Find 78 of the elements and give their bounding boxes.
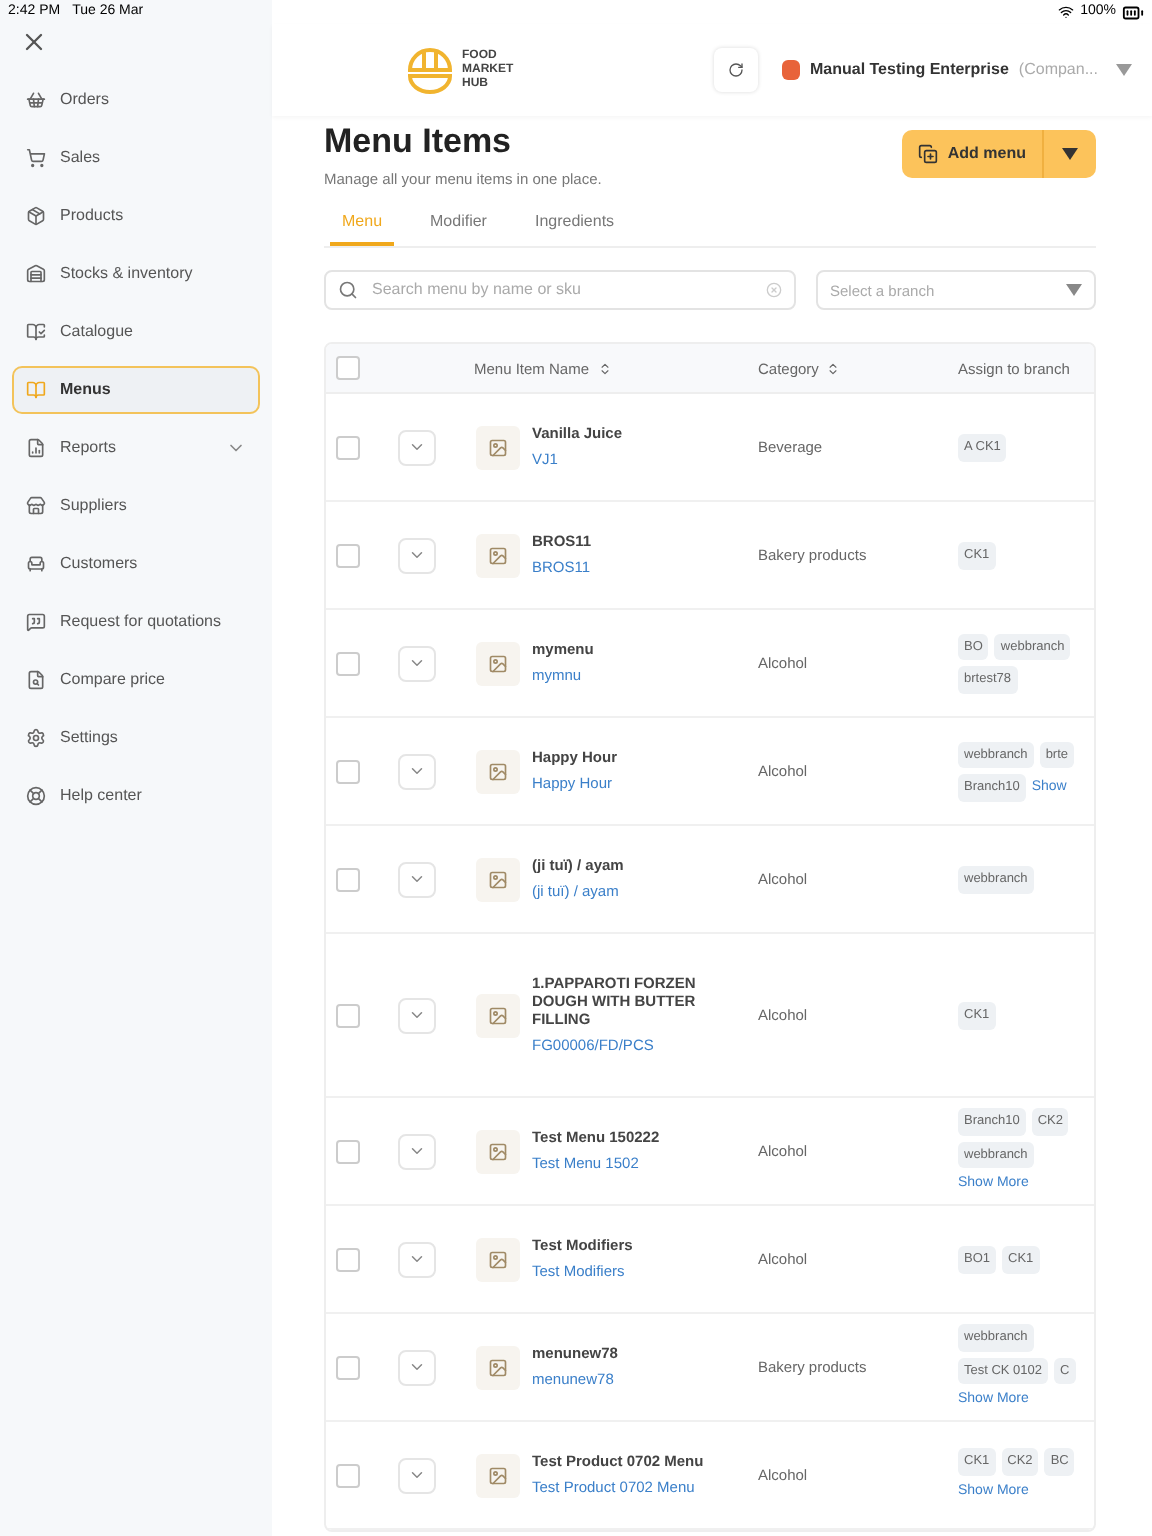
add-icon [917,144,938,164]
sidebar-item[interactable]: Catalogue [12,308,260,356]
company-avatar-icon [781,60,800,80]
caret-icon [1116,64,1132,76]
image-placeholder-icon [476,1345,520,1390]
book-icon [26,322,46,342]
battery-icon [1122,1,1144,23]
row-checkbox[interactable] [336,1247,360,1272]
document-icon [26,438,46,458]
expand-button[interactable] [398,645,436,682]
image-placeholder-icon [476,857,520,902]
refresh-icon [727,62,744,78]
row-checkbox[interactable] [336,1003,360,1028]
caret-icon [1066,284,1082,297]
search-input[interactable]: Search menu by name or sku [372,278,752,303]
store-icon [26,496,46,516]
image-placeholder-icon [476,993,520,1038]
sidebar-item[interactable]: Compare price [12,656,260,704]
wifi-icon [1058,4,1075,20]
sidebar-item[interactable]: Products [12,192,260,240]
image-placeholder-icon [476,533,520,578]
expand-button[interactable] [398,753,436,790]
document-search-icon [26,670,46,690]
expand-button[interactable] [398,537,436,574]
row-checkbox[interactable] [336,1463,360,1488]
sidebar-item[interactable]: Help center [12,772,260,820]
add-menu-button[interactable]: Add menu [901,130,1044,178]
close-button[interactable] [20,28,48,56]
row-checkbox[interactable] [336,651,360,676]
clear-icon [766,282,782,299]
row-checkbox[interactable] [336,867,360,892]
image-placeholder-icon [476,749,520,794]
expand-button[interactable] [398,997,436,1034]
row-checkbox[interactable] [336,759,360,784]
row-checkbox[interactable] [336,543,360,568]
search-field[interactable]: Search menu by name or sku [324,270,796,311]
box-icon [26,206,46,226]
expand-button[interactable] [398,1457,436,1494]
company-selector[interactable]: Manual Testing Enterprise (Compan... [773,46,1140,94]
expand-button[interactable] [398,1133,436,1170]
row-checkbox[interactable] [336,1139,360,1164]
page-title: Menu Items [324,120,514,164]
chair-icon [26,554,46,574]
settings-icon [26,728,46,748]
sidebar-item[interactable]: Suppliers [12,482,260,530]
row-checkbox[interactable] [336,1355,360,1380]
image-placeholder-icon [476,1237,520,1282]
sidebar-item[interactable]: Menus [12,366,260,414]
image-placeholder-icon [476,1129,520,1174]
sidebar-item[interactable]: Stocks & inventory [12,250,260,298]
tab[interactable]: Ingredients [522,210,627,247]
cart-icon [26,148,46,168]
expand-button[interactable] [398,1349,436,1386]
select-all-checkbox[interactable] [336,356,360,381]
expand-button[interactable] [398,861,436,898]
sidebar-item[interactable]: Sales [12,134,260,182]
expand-button[interactable] [398,429,436,466]
sidebar-item[interactable]: Request for quotations [12,598,260,646]
search-icon [338,280,358,301]
sort-icon [826,361,841,376]
book-icon [26,380,46,400]
image-placeholder-icon [476,641,520,686]
sidebar-item[interactable]: Customers [12,540,260,588]
warehouse-icon [26,264,46,284]
expand-button[interactable] [398,1241,436,1278]
row-checkbox[interactable] [336,435,360,460]
sidebar-item[interactable]: Reports [12,424,260,472]
basket-icon [26,90,46,110]
lifebuoy-icon [26,786,46,806]
sidebar-item[interactable]: Orders [12,76,260,124]
image-placeholder-icon [476,425,520,470]
sort-icon [597,361,612,376]
chat-icon [26,612,46,632]
logo-icon [404,46,456,94]
caret-icon [1062,148,1078,160]
tab[interactable]: Modifier [418,210,499,247]
sidebar-item[interactable]: Settings [12,714,260,762]
image-placeholder-icon [476,1453,520,1498]
